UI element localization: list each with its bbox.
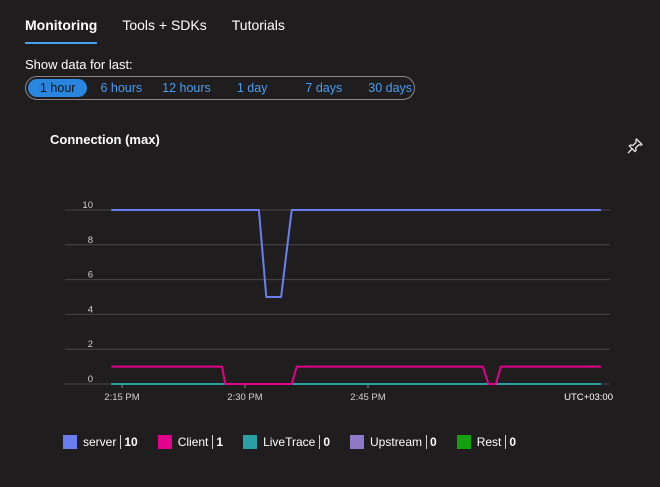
x-tick-label: 2:30 PM <box>227 392 262 403</box>
y-tick-label: 10 <box>82 200 93 211</box>
range-option-1-hour[interactable]: 1 hour <box>28 79 88 97</box>
range-option-6-hours[interactable]: 6 hours <box>93 79 149 97</box>
legend-name: server <box>83 435 117 449</box>
pin-icon[interactable] <box>625 136 645 156</box>
range-option-12-hours[interactable]: 12 hours <box>155 79 218 97</box>
tab-tools-sdks[interactable]: Tools + SDKs <box>122 0 206 44</box>
y-tick-label: 0 <box>88 374 93 385</box>
chart-title: Connection (max) <box>50 132 160 147</box>
y-tick-label: 6 <box>88 270 93 281</box>
chart-legend: server 10 Client 1 LiveTrace 0 Upstream … <box>63 435 536 449</box>
legend-swatch-livetrace <box>243 435 258 449</box>
legend-value: 0 <box>323 435 331 449</box>
legend-item-server[interactable]: server 10 <box>63 435 138 449</box>
legend-swatch-rest <box>456 435 471 449</box>
time-range-selector: 1 hour 6 hours 12 hours 1 day 7 days 30 … <box>25 76 415 100</box>
legend-value: 10 <box>124 435 138 449</box>
connection-line-chart: 0 2 4 6 8 10 2:15 PM 2:30 PM 2:45 PM UTC+03:00 <box>65 200 613 403</box>
legend-value: 0 <box>430 435 437 449</box>
timezone-label: UTC+03:00 <box>564 392 613 403</box>
legend-divider <box>505 435 507 449</box>
legend-name: Rest <box>476 435 502 449</box>
x-tick-label: 2:45 PM <box>350 392 385 403</box>
legend-divider <box>120 435 122 449</box>
legend-value: 1 <box>216 435 224 449</box>
range-option-1-day[interactable]: 1 day <box>230 79 275 97</box>
x-tick-label: 2:15 PM <box>104 392 139 403</box>
y-tick-label: 4 <box>88 304 93 315</box>
tab-bar: Monitoring Tools + SDKs Tutorials <box>25 0 310 44</box>
legend-name: LiveTrace <box>263 435 316 449</box>
y-tick-label: 8 <box>88 235 93 246</box>
legend-divider <box>426 435 428 449</box>
legend-swatch-client <box>157 435 172 449</box>
legend-item-upstream[interactable]: Upstream 0 <box>350 435 437 449</box>
tab-monitoring[interactable]: Monitoring <box>25 0 98 44</box>
time-range-label: Show data for last: <box>25 57 133 72</box>
range-option-30-days[interactable]: 30 days <box>361 79 419 97</box>
legend-item-rest[interactable]: Rest 0 <box>456 435 517 449</box>
series-line-client <box>111 365 601 385</box>
y-tick-label: 2 <box>88 339 93 350</box>
legend-divider <box>319 435 321 449</box>
legend-name: Upstream <box>370 435 423 449</box>
series-line-server <box>111 209 601 298</box>
legend-value: 0 <box>509 435 517 449</box>
tab-tutorials[interactable]: Tutorials <box>232 0 285 44</box>
legend-item-livetrace[interactable]: LiveTrace 0 <box>243 435 330 449</box>
legend-divider <box>212 435 214 449</box>
legend-swatch-server <box>63 435 77 449</box>
legend-item-client[interactable]: Client 1 <box>157 435 224 449</box>
legend-swatch-upstream <box>350 435 365 449</box>
legend-name: Client <box>177 435 209 449</box>
range-option-7-days[interactable]: 7 days <box>298 79 349 97</box>
